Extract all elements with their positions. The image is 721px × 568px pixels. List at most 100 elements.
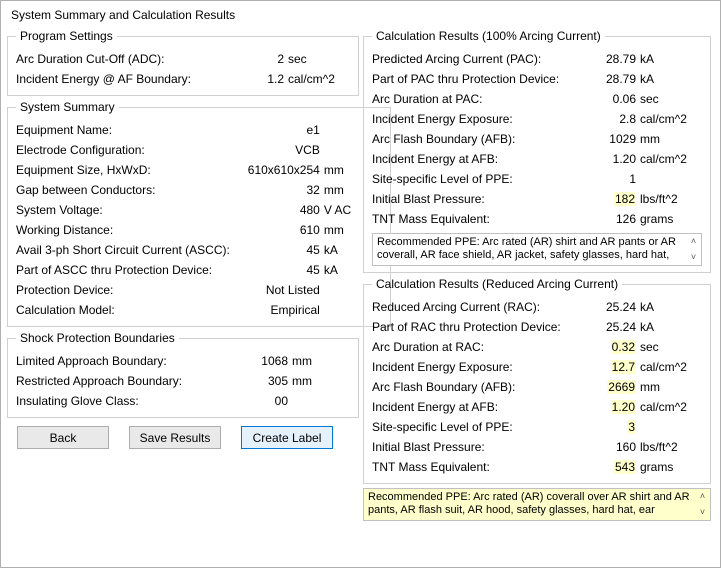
workdist-label: Working Distance: (16, 223, 230, 237)
tnt100-value: 126 (578, 212, 640, 226)
rac-value: 25.24 (578, 300, 640, 314)
lab-unit: mm (292, 354, 350, 368)
scroll-up-icon[interactable]: ˄ (700, 490, 705, 503)
ppe100-value: 1 (578, 172, 640, 186)
shock-legend: Shock Protection Boundaries (16, 331, 179, 345)
size-value: 610x610x254 (230, 163, 324, 177)
ieafbR-value: 1.20 (578, 400, 640, 414)
rac-label: Reduced Arcing Current (RAC): (372, 300, 578, 314)
arcdur100-value: 0.06 (578, 92, 640, 106)
shock-boundaries-group: Shock Protection Boundaries Limited Appr… (7, 331, 359, 418)
tntR-unit: grams (640, 460, 702, 474)
tntR-value: 543 (578, 460, 640, 474)
arcdurR-value: 0.32 (578, 340, 640, 354)
afb100-unit: mm (640, 132, 702, 146)
afb100-value: 1029 (578, 132, 640, 146)
ieexpR-label: Incident Energy Exposure: (372, 360, 578, 374)
ieexp100-label: Incident Energy Exposure: (372, 112, 578, 126)
ppeR-label: Site-specific Level of PPE: (372, 420, 578, 434)
ie-boundary-value: 1.2 (226, 72, 288, 86)
pacprot-label: Part of PAC thru Protection Device: (372, 72, 578, 86)
glove-label: Insulating Glove Class: (16, 394, 230, 408)
arcdurR-unit: sec (640, 340, 702, 354)
electrode-value: VCB (230, 143, 324, 157)
pacprot-unit: kA (640, 72, 702, 86)
rab-unit: mm (292, 374, 350, 388)
program-settings-legend: Program Settings (16, 29, 117, 43)
system-summary-group: System Summary Equipment Name:e1 Electro… (7, 100, 391, 327)
ppe100-text: Recommended PPE: Arc rated (AR) shirt an… (377, 236, 676, 261)
pac-unit: kA (640, 52, 702, 66)
glove-value: 00 (230, 394, 292, 408)
ppe100-text-box[interactable]: Recommended PPE: Arc rated (AR) shirt an… (372, 233, 702, 266)
blast100-value: 182 (578, 192, 640, 206)
calc-100-group: Calculation Results (100% Arcing Current… (363, 29, 711, 273)
afb100-label: Arc Flash Boundary (AFB): (372, 132, 578, 146)
row-ie-boundary: Incident Energy @ AF Boundary: 1.2 cal/c… (16, 69, 350, 89)
lab-label: Limited Approach Boundary: (16, 354, 230, 368)
afbR-unit: mm (640, 380, 702, 394)
tnt100-unit: grams (640, 212, 702, 226)
arcdur100-unit: sec (640, 92, 702, 106)
calc-reduced-group: Calculation Results (Reduced Arcing Curr… (363, 277, 711, 484)
window-title: System Summary and Calculation Results (1, 1, 720, 27)
system-summary-legend: System Summary (16, 100, 119, 114)
racprot-value: 25.24 (578, 320, 640, 334)
rac-unit: kA (640, 300, 702, 314)
scroll-down-icon[interactable]: ˅ (691, 251, 696, 264)
tnt100-label: TNT Mass Equivalent: (372, 212, 578, 226)
afbR-label: Arc Flash Boundary (AFB): (372, 380, 578, 394)
calcmodel-value: Empirical (230, 303, 324, 317)
ascc-value: 45 (230, 243, 324, 257)
ppeR-scrollbar[interactable]: ˄ ˅ (695, 489, 710, 520)
voltage-label: System Voltage: (16, 203, 230, 217)
create-label-button[interactable]: Create Label (241, 426, 333, 449)
equip-name-label: Equipment Name: (16, 123, 230, 137)
pacprot-value: 28.79 (578, 72, 640, 86)
scroll-up-icon[interactable]: ˄ (691, 235, 696, 248)
size-label: Equipment Size, HxWxD: (16, 163, 230, 177)
ascc-label: Avail 3-ph Short Circuit Current (ASCC): (16, 243, 230, 257)
ieafbR-label: Incident Energy at AFB: (372, 400, 578, 414)
protdev-label: Protection Device: (16, 283, 230, 297)
scroll-down-icon[interactable]: ˅ (700, 506, 705, 519)
ppe100-scrollbar[interactable]: ˄ ˅ (686, 234, 701, 265)
lab-value: 1068 (230, 354, 292, 368)
program-settings-group: Program Settings Arc Duration Cut-Off (A… (7, 29, 359, 96)
button-row: Back Save Results Create Label (7, 420, 359, 451)
electrode-label: Electrode Configuration: (16, 143, 230, 157)
blastR-value: 160 (578, 440, 640, 454)
equip-name-value: e1 (230, 123, 324, 137)
right-column: Calculation Results (100% Arcing Current… (363, 27, 711, 521)
pac-value: 28.79 (578, 52, 640, 66)
afbR-value: 2669 (578, 380, 640, 394)
ieafb100-label: Incident Energy at AFB: (372, 152, 578, 166)
ieafb100-value: 1.20 (578, 152, 640, 166)
window: System Summary and Calculation Results P… (0, 0, 721, 568)
racprot-unit: kA (640, 320, 702, 334)
save-results-button[interactable]: Save Results (129, 426, 221, 449)
ie-boundary-unit: cal/cm^2 (288, 72, 350, 86)
ascc-prot-value: 45 (230, 263, 324, 277)
ppe100-label: Site-specific Level of PPE: (372, 172, 578, 186)
blastR-unit: lbs/ft^2 (640, 440, 702, 454)
arcdur100-label: Arc Duration at PAC: (372, 92, 578, 106)
protdev-value: Not Listed (230, 283, 324, 297)
back-button[interactable]: Back (17, 426, 109, 449)
ieexpR-value: 12.7 (578, 360, 640, 374)
left-column: Program Settings Arc Duration Cut-Off (A… (7, 27, 359, 521)
adc-label: Arc Duration Cut-Off (ADC): (16, 52, 226, 66)
voltage-value: 480 (230, 203, 324, 217)
calc-reduced-legend: Calculation Results (Reduced Arcing Curr… (372, 277, 622, 291)
ieafb100-unit: cal/cm^2 (640, 152, 702, 166)
rab-label: Restricted Approach Boundary: (16, 374, 230, 388)
ieexp100-value: 2.8 (578, 112, 640, 126)
ppeR-text-box[interactable]: Recommended PPE: Arc rated (AR) coverall… (363, 488, 711, 521)
adc-value: 2 (226, 52, 288, 66)
tntR-label: TNT Mass Equivalent: (372, 460, 578, 474)
blast100-label: Initial Blast Pressure: (372, 192, 578, 206)
pac-label: Predicted Arcing Current (PAC): (372, 52, 578, 66)
ieexp100-unit: cal/cm^2 (640, 112, 702, 126)
blastR-label: Initial Blast Pressure: (372, 440, 578, 454)
adc-unit: sec (288, 52, 350, 66)
